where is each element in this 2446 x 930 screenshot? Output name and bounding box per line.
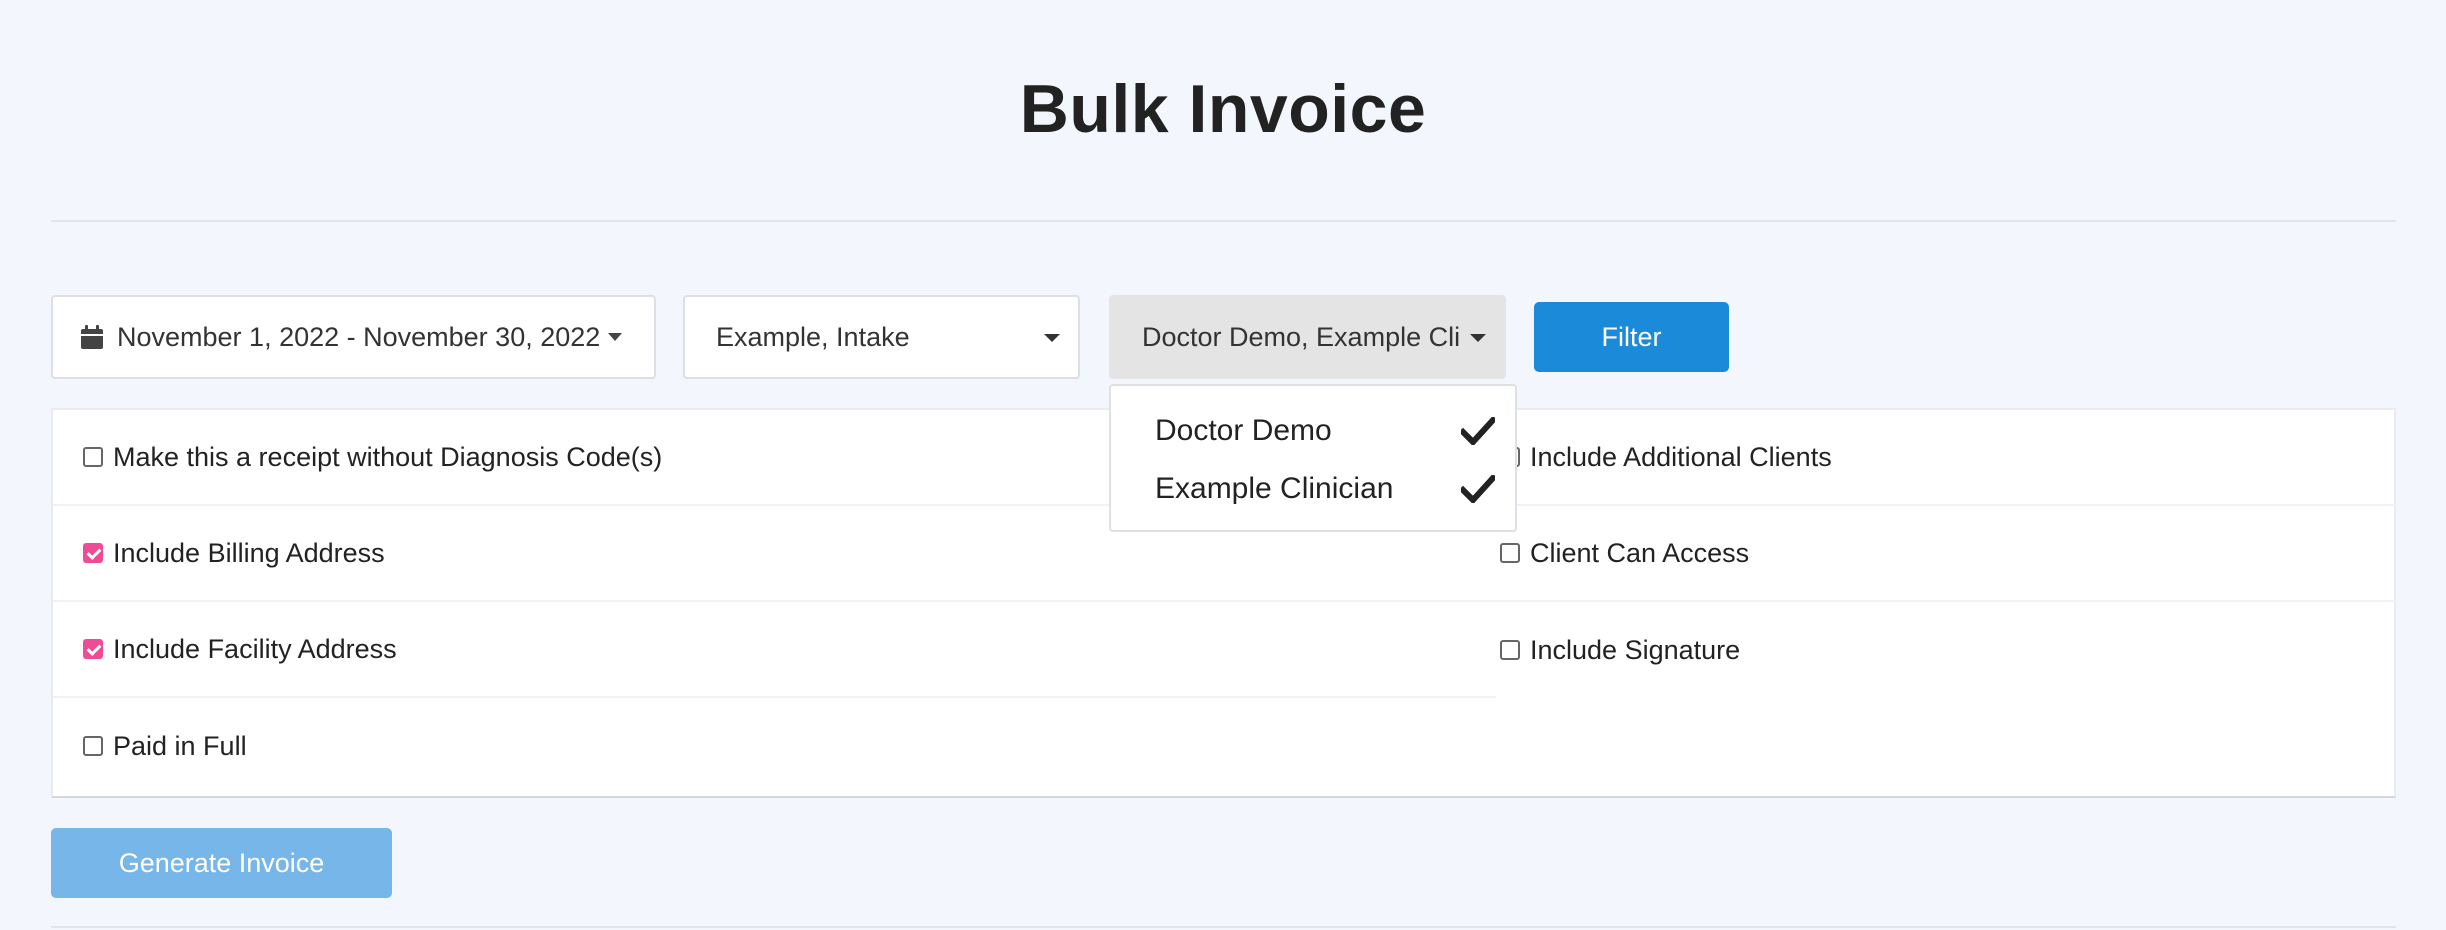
paid-in-full-checkbox[interactable] <box>83 736 103 756</box>
clinician-select-value: Doctor Demo, Example Clinician <box>1142 321 1459 352</box>
clinician-dropdown-menu: Doctor Demo Example Clinician <box>1109 384 1517 532</box>
option-client-can-access[interactable]: Client Can Access <box>1496 506 2396 602</box>
page-title: Bulk Invoice <box>1019 71 1427 147</box>
header-divider <box>51 220 2396 222</box>
option-label: Include Facility Address <box>113 633 397 664</box>
clinician-option-label: Example Clinician <box>1155 472 1394 505</box>
chevron-down-icon <box>608 333 623 341</box>
include-signature-checkbox[interactable] <box>1500 640 1520 660</box>
chevron-down-icon <box>1044 334 1060 342</box>
checkmark-icon <box>1461 417 1495 445</box>
option-include-facility-address[interactable]: Include Facility Address <box>53 602 1496 698</box>
option-label: Client Can Access <box>1530 537 1750 568</box>
intake-select[interactable]: Example, Intake <box>683 295 1080 379</box>
option-label: Include Additional Clients <box>1530 441 1832 472</box>
date-range-value: November 1, 2022 - November 30, 2022 <box>117 321 601 352</box>
option-label: Include Billing Address <box>113 537 385 568</box>
chevron-down-icon <box>1470 334 1486 342</box>
option-include-additional-clients[interactable]: Include Additional Clients <box>1496 410 2396 506</box>
filter-button[interactable]: Filter <box>1534 302 1729 372</box>
footer-divider <box>51 926 2396 928</box>
receipt-without-diagnosis-checkbox[interactable] <box>83 447 103 467</box>
clinician-select[interactable]: Doctor Demo, Example Clinician <box>1109 295 1506 379</box>
clinician-option-example-clinician[interactable]: Example Clinician <box>1155 472 1495 506</box>
option-label: Include Signature <box>1530 634 1741 665</box>
option-include-signature[interactable]: Include Signature <box>1496 602 2396 698</box>
include-facility-address-checkbox[interactable] <box>83 639 103 659</box>
checkmark-icon <box>1461 475 1495 503</box>
intake-select-value: Example, Intake <box>716 321 910 352</box>
option-label: Paid in Full <box>113 730 247 761</box>
option-paid-in-full[interactable]: Paid in Full <box>53 698 1496 794</box>
clinician-option-label: Doctor Demo <box>1155 414 1332 447</box>
generate-invoice-button[interactable]: Generate Invoice <box>51 828 392 898</box>
calendar-icon <box>81 325 103 349</box>
client-can-access-checkbox[interactable] <box>1500 543 1520 563</box>
clinician-option-doctor-demo[interactable]: Doctor Demo <box>1155 414 1495 448</box>
date-range-picker[interactable]: November 1, 2022 - November 30, 2022 <box>51 295 656 379</box>
option-label: Make this a receipt without Diagnosis Co… <box>113 441 663 472</box>
include-billing-address-checkbox[interactable] <box>83 543 103 563</box>
